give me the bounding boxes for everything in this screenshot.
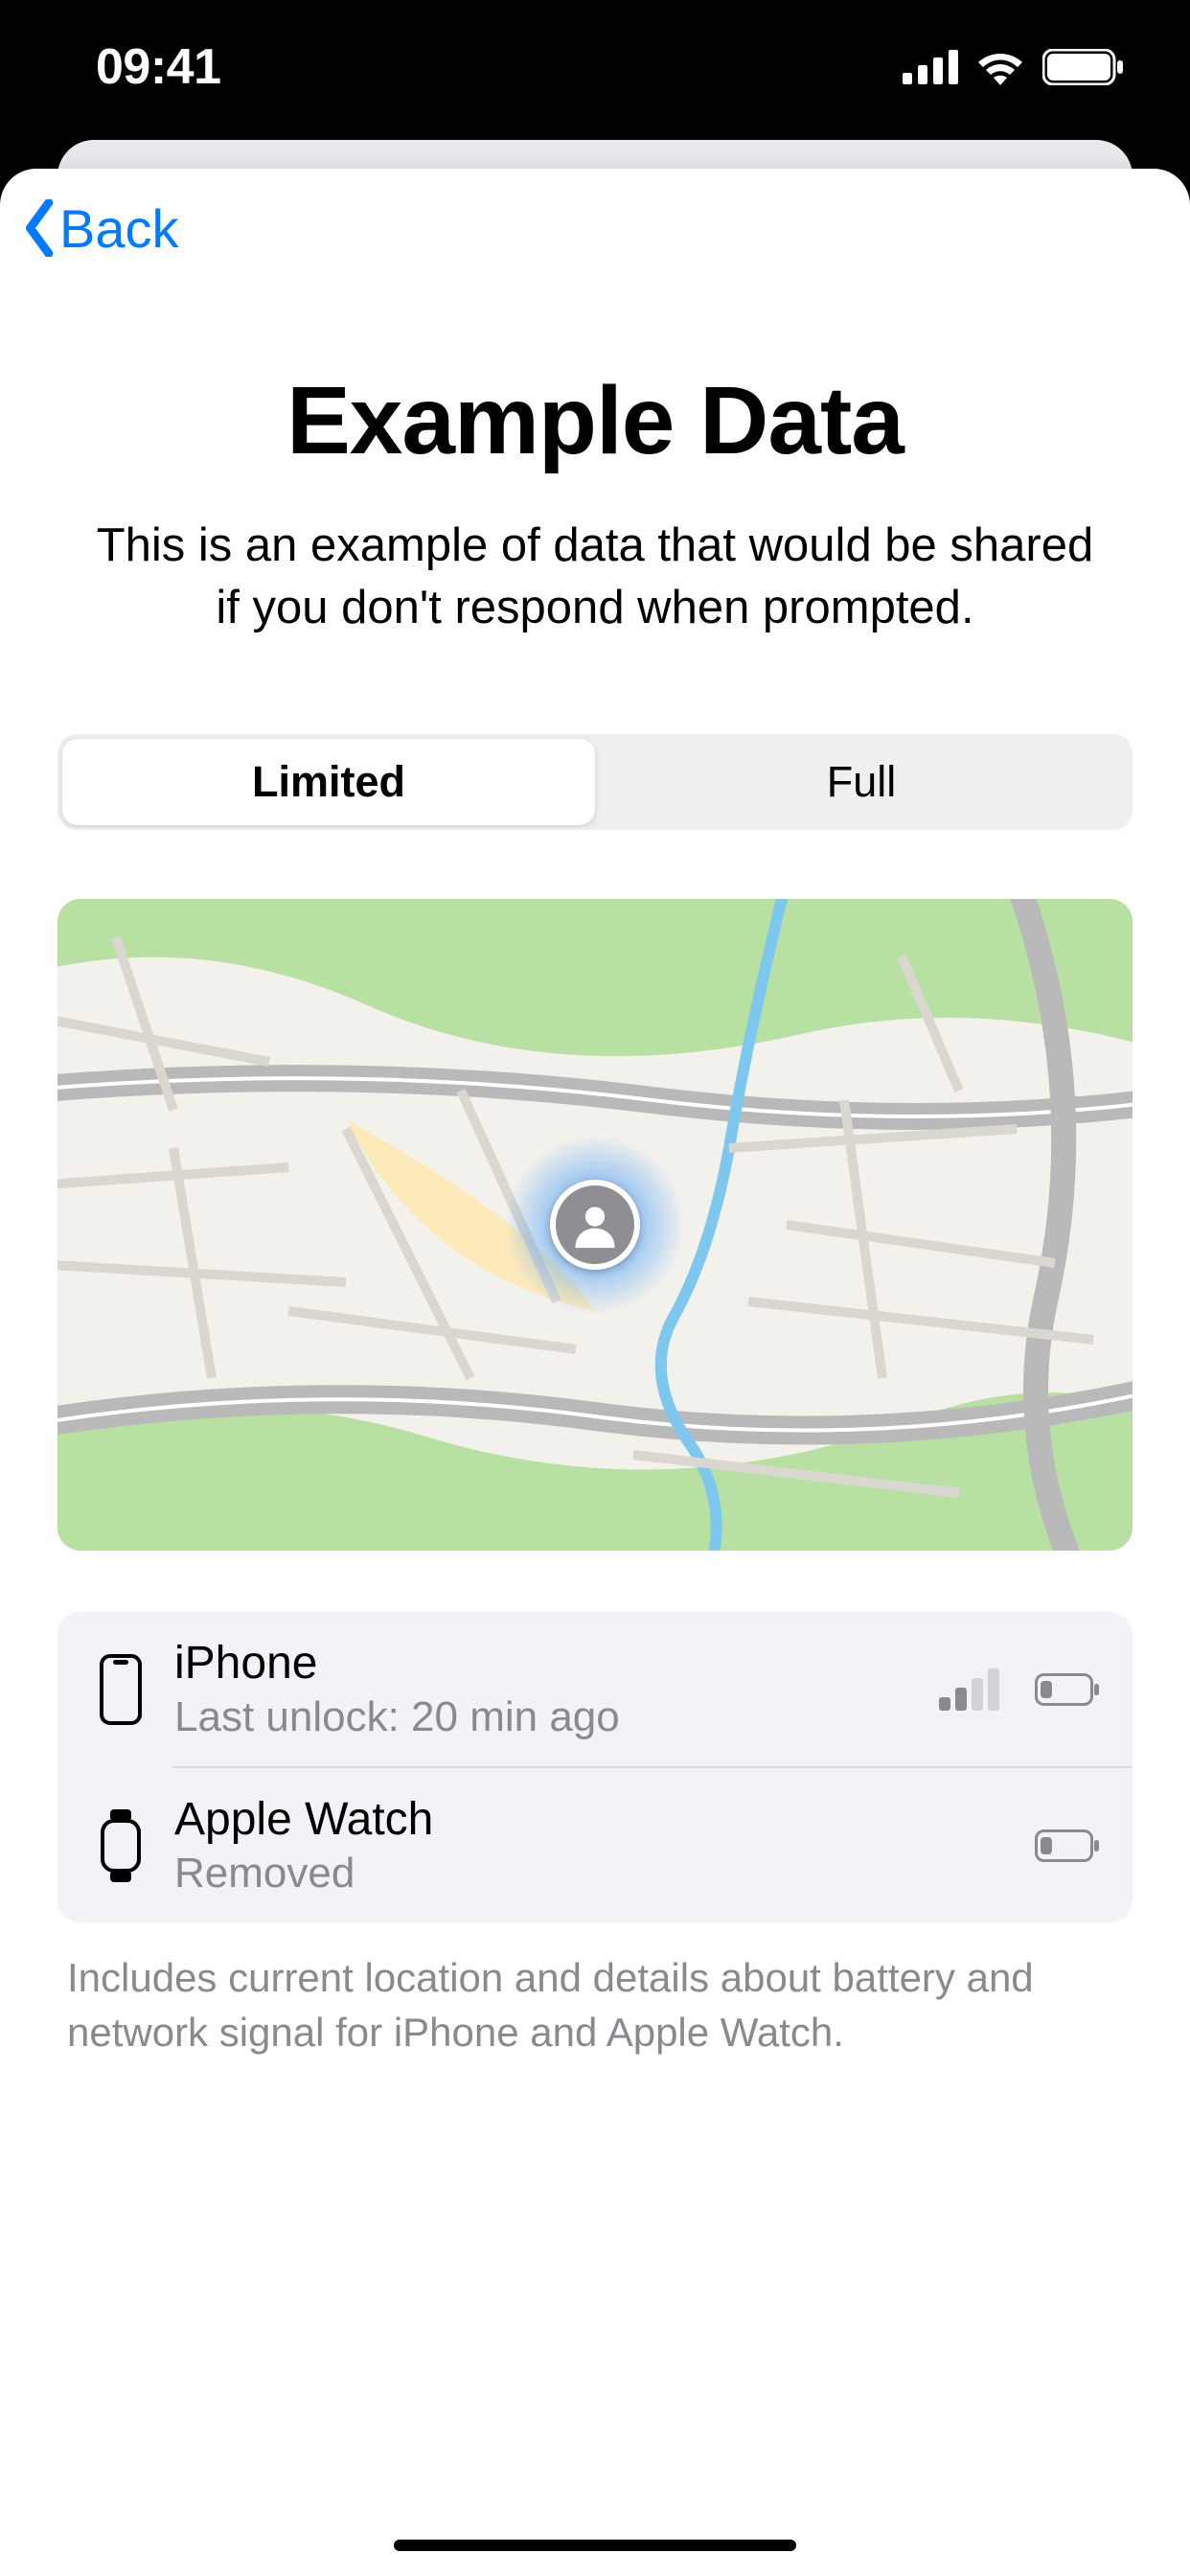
cellular-icon: [903, 50, 958, 84]
home-indicator[interactable]: [394, 2540, 796, 2551]
user-avatar-icon: [550, 1180, 640, 1270]
map-user-marker: [550, 1180, 640, 1270]
map-preview: [57, 899, 1133, 1551]
segment-limited[interactable]: Limited: [62, 739, 595, 825]
footer-description: Includes current location and details ab…: [57, 1951, 1133, 2059]
device-status: Removed: [174, 1850, 1035, 1898]
page-subtitle: This is an example of data that would be…: [57, 515, 1133, 638]
page-title: Example Data: [57, 366, 1133, 476]
chevron-left-icon: [23, 199, 57, 257]
device-row-iphone[interactable]: iPhone Last unlock: 20 min ago: [57, 1612, 1133, 1766]
battery-low-icon: [1035, 1673, 1100, 1706]
back-button[interactable]: Back: [23, 197, 179, 260]
signal-bars-icon: [939, 1668, 1000, 1711]
status-time: 09:41: [96, 38, 221, 96]
battery-low-icon: [1035, 1829, 1100, 1862]
device-status: Last unlock: 20 min ago: [174, 1693, 939, 1741]
status-bar: 09:41: [0, 0, 1190, 134]
battery-icon: [1042, 49, 1123, 85]
segmented-control: Limited Full: [57, 734, 1133, 830]
device-list: iPhone Last unlock: 20 min ago Apple Wat…: [57, 1612, 1133, 1922]
segment-full[interactable]: Full: [595, 739, 1128, 825]
wifi-icon: [975, 49, 1025, 85]
device-name: iPhone: [174, 1637, 939, 1690]
nav-bar: Back: [0, 169, 1190, 274]
modal-sheet: Back Example Data This is an example of …: [0, 169, 1190, 2576]
applewatch-icon: [82, 1807, 159, 1884]
device-name: Apple Watch: [174, 1793, 1035, 1846]
iphone-icon: [82, 1654, 159, 1725]
device-row-watch[interactable]: Apple Watch Removed: [57, 1768, 1133, 1922]
back-label: Back: [59, 197, 179, 260]
status-indicators: [903, 49, 1123, 85]
